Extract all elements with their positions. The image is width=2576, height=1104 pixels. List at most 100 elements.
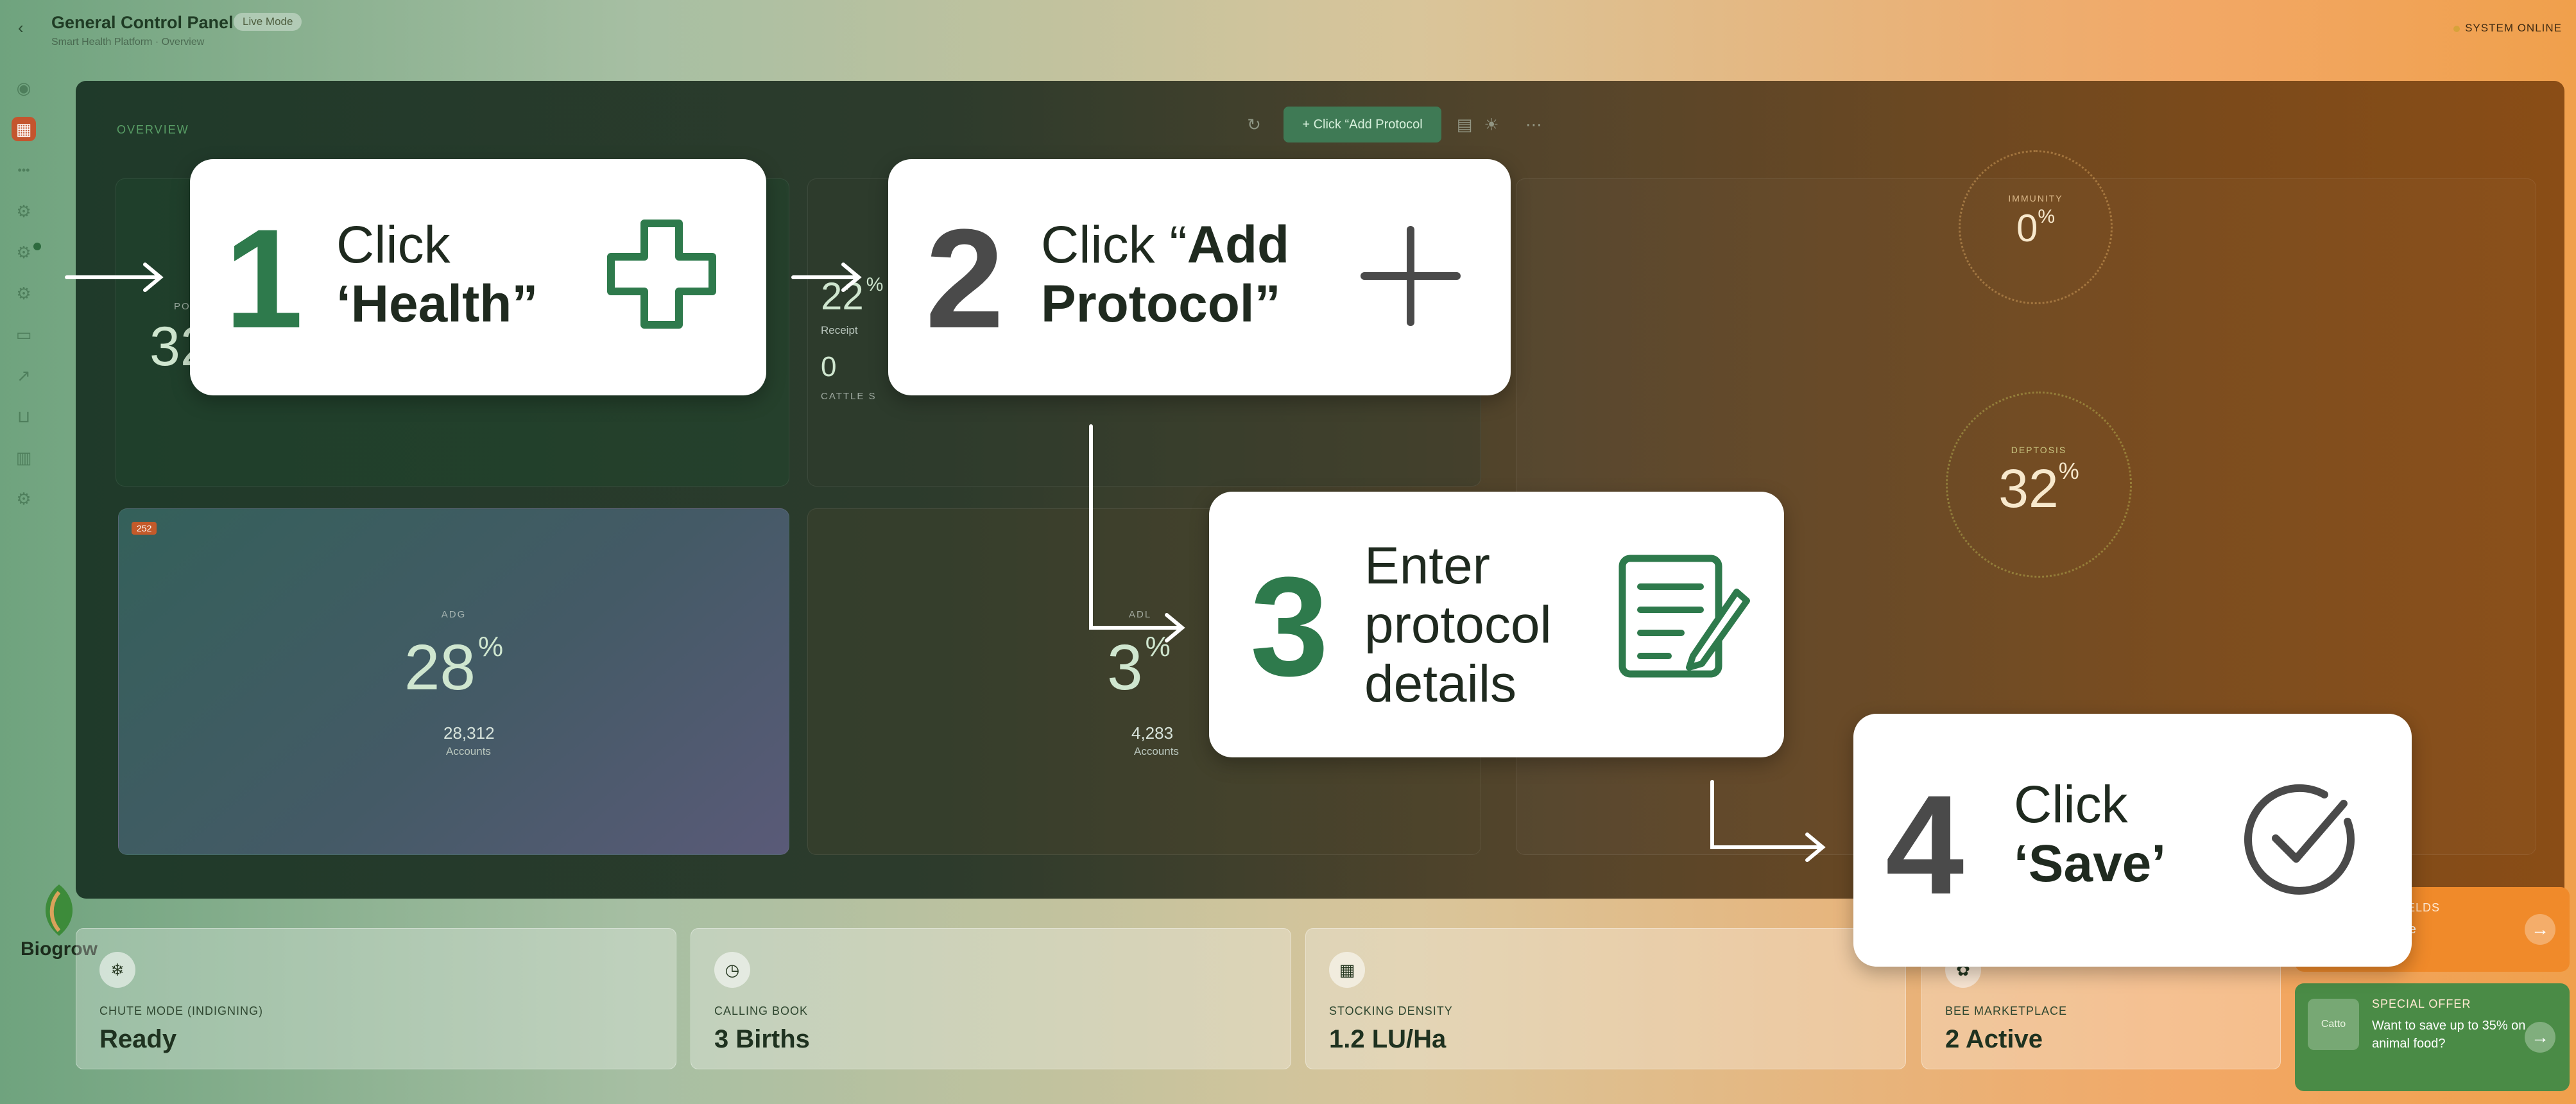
callout-step-3: 3 Enter protocol details: [1209, 492, 1784, 757]
stat-sub: Receipt: [821, 324, 858, 336]
refresh-icon[interactable]: ↻: [1244, 114, 1264, 135]
bottom-card-caption: CHUTE MODE (INDIGNING): [99, 1005, 263, 1017]
step-number: 4: [1885, 766, 1964, 924]
gauge-immunity: IMMUNITY 0%: [1959, 150, 2113, 304]
stat-value: 28%: [119, 631, 789, 705]
plus-cross-icon: [607, 220, 716, 329]
step-text: Enter protocol details: [1364, 537, 1552, 713]
step-text-line: Click: [2014, 775, 2128, 834]
page-title: General Control Panel: [51, 13, 234, 32]
step-text-emphasis: ‘Save’: [2014, 834, 2167, 893]
bottom-card-caption: BEE MARKETPLACE: [1945, 1005, 2068, 1017]
step-number: 1: [225, 200, 304, 358]
stat-unit: %: [478, 631, 504, 662]
chevron-left-icon[interactable]: ‹: [18, 18, 35, 37]
sidebar-item-user-icon[interactable]: ◉: [12, 76, 36, 100]
stat-number: 3: [1107, 632, 1143, 703]
sidebar-item-cart-icon[interactable]: ⊔: [12, 404, 36, 429]
step-text-line: protocol: [1364, 595, 1552, 654]
step-number: 3: [1250, 548, 1329, 705]
gauge-number: 0: [2016, 207, 2038, 250]
gauge-caption: IMMUNITY: [2008, 193, 2063, 203]
card-tag: 252: [132, 522, 157, 535]
stat-value-secondary: 0: [821, 351, 837, 383]
callout-step-4: 4 Click ‘Save’: [1853, 714, 2412, 967]
arrow-right-icon[interactable]: →: [2525, 1022, 2555, 1053]
bottom-card-calling-book[interactable]: ◷ CALLING BOOK 3 Births: [691, 928, 1291, 1069]
snowflake-icon: ❄: [99, 952, 135, 988]
system-status: SYSTEM ONLINE: [2453, 22, 2562, 35]
bottom-card-stocking-density[interactable]: ▦ STOCKING DENSITY 1.2 LU/Ha: [1305, 928, 1906, 1069]
stat-value: 3%: [1107, 631, 1171, 705]
mode-badge: Live Mode: [234, 13, 302, 31]
stat-value: 22%: [821, 274, 883, 318]
step-text-line: details: [1364, 654, 1517, 713]
step-text-line: Enter: [1364, 537, 1490, 595]
bottom-card-chute-mode[interactable]: ❄ CHUTE MODE (INDIGNING) Ready: [76, 928, 676, 1069]
callout-step-1: 1 Click ‘Health”: [190, 159, 766, 395]
sidebar-item-trend-icon[interactable]: ↗: [12, 363, 36, 388]
gauge-unit: %: [2038, 206, 2056, 227]
sidebar: ◉ ▦ ••• ⚙ ⚙ ⚙ ▭ ↗ ⊔ ▥ ⚙: [0, 64, 47, 924]
promo-image: Catto: [2308, 999, 2359, 1050]
bottom-card-value: 2 Active: [1945, 1025, 2043, 1053]
promo-text: Want to save up to 35% on animal food?: [2372, 1019, 2526, 1051]
check-circle-icon: [2244, 784, 2355, 895]
plus-icon: [1361, 226, 1461, 326]
clipboard-icon[interactable]: ▤: [1454, 114, 1475, 135]
stat-count: 28,312: [443, 723, 495, 743]
step-text-emphasis: ‘Health”: [336, 274, 538, 333]
add-protocol-button[interactable]: + Click “Add Protocol: [1284, 107, 1441, 142]
document-edit-icon: [1619, 555, 1750, 678]
stat-count-label: Accounts: [446, 745, 491, 757]
breadcrumb: Smart Health Platform · Overview: [51, 37, 205, 47]
step-text: Click ‘Health”: [336, 216, 538, 334]
stat-count-label: Accounts: [1134, 745, 1179, 757]
gauge-value: 32%: [1948, 458, 2130, 520]
step-text-line: Click “: [1041, 216, 1187, 274]
stat-caption: ADG: [441, 609, 467, 620]
system-status-label: SYSTEM ONLINE: [2465, 22, 2562, 34]
sidebar-item-health-icon[interactable]: ⚙: [12, 240, 36, 264]
promo-card-special-offer[interactable]: Catto SPECIAL OFFER Want to save up to 3…: [2295, 983, 2570, 1091]
stat-unit: %: [1145, 631, 1171, 662]
callout-step-2: 2 Click “Add Protocol”: [888, 159, 1511, 395]
step-text-emphasis: Protocol”: [1041, 274, 1281, 333]
gauge-caption: DEPTOSIS: [2011, 445, 2067, 455]
bottom-card-value: 3 Births: [714, 1025, 810, 1053]
gauge-unit: %: [2058, 458, 2079, 484]
bottom-card-caption: STOCKING DENSITY: [1329, 1005, 1453, 1017]
stat-count: 4,283: [1131, 723, 1174, 743]
top-bar: ‹ General Control Panel Live Mode Smart …: [0, 0, 2576, 59]
clock-icon: ◷: [714, 952, 750, 988]
stat-caption-secondary: CATTLE S: [821, 391, 877, 402]
arrow-right-icon[interactable]: →: [2525, 914, 2555, 945]
sidebar-item-bar-chart-icon[interactable]: ▥: [12, 445, 36, 470]
step-number: 2: [925, 200, 1004, 358]
panel-label: OVERVIEW: [117, 123, 189, 136]
stat-card-adg[interactable]: 252 ADG 28% 28,312 Accounts: [118, 508, 789, 855]
more-icon[interactable]: ⋯: [1524, 114, 1544, 135]
sidebar-item-settings-icon[interactable]: ⚙: [12, 199, 36, 223]
step-text: Click “Add Protocol”: [1041, 216, 1289, 334]
sun-icon[interactable]: ☀: [1481, 114, 1502, 135]
bottom-card-caption: CALLING BOOK: [714, 1005, 809, 1017]
step-text-line: Click: [336, 216, 451, 274]
promo-caption: SPECIAL OFFER: [2372, 997, 2471, 1010]
chart-icon: ▦: [1329, 952, 1365, 988]
step-text: Click ‘Save’: [2014, 775, 2166, 893]
stat-unit: %: [866, 274, 884, 295]
bottom-card-value: Ready: [99, 1025, 177, 1053]
sidebar-item-dashboard-icon[interactable]: ▦: [12, 117, 36, 141]
sidebar-item-truck-icon[interactable]: ▭: [12, 322, 36, 347]
status-dot-icon: [2453, 25, 2460, 32]
gauge-deptosis: DEPTOSIS 32%: [1946, 392, 2132, 578]
sidebar-item-tools-icon[interactable]: ⚙: [12, 281, 36, 306]
sidebar-item-gear-icon[interactable]: ⚙: [12, 487, 36, 511]
gauge-value: 0%: [1961, 206, 2111, 250]
stat-number: 28: [404, 632, 476, 703]
step-text-emphasis: Add: [1187, 216, 1290, 274]
sidebar-more-icon[interactable]: •••: [12, 158, 36, 182]
stat-caption: ADL: [1129, 609, 1152, 620]
gauge-number: 32: [1998, 458, 2059, 519]
